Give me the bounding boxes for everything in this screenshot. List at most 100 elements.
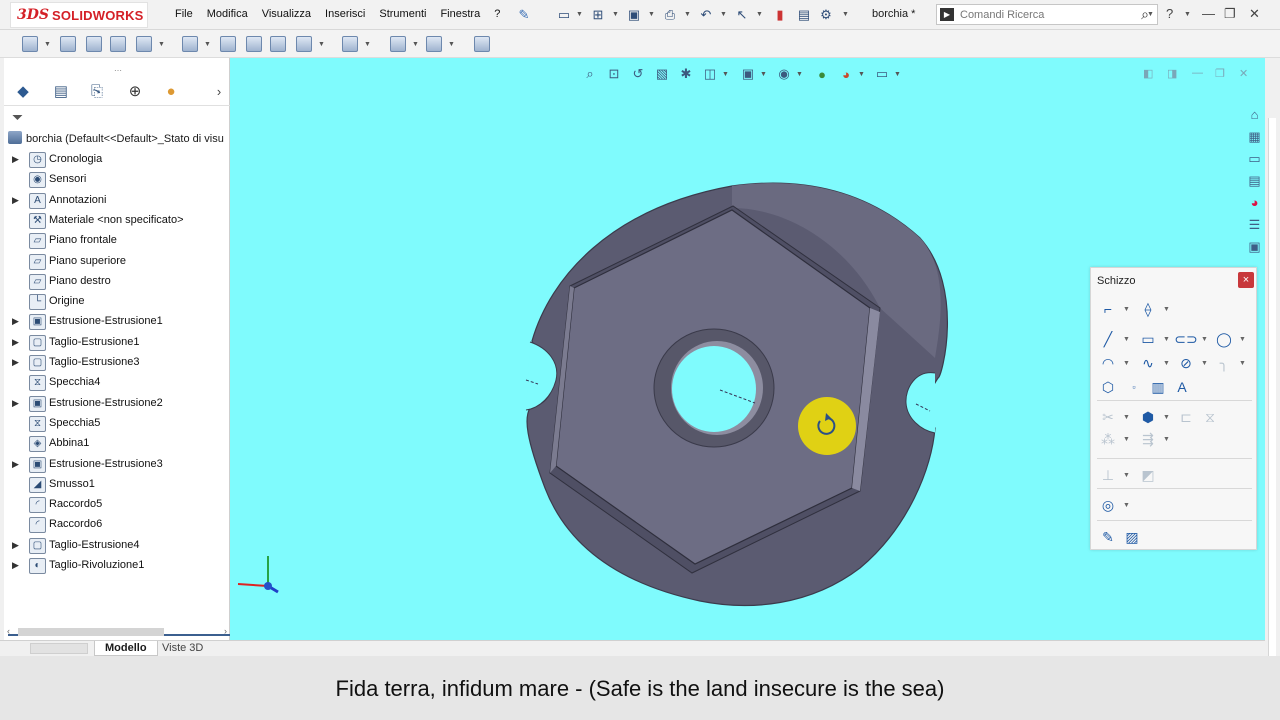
chevron-down-icon[interactable]: ▼ bbox=[318, 41, 325, 48]
display-style-icon[interactable]: ▣ bbox=[740, 66, 756, 82]
tree-item[interactable]: ▶ ◷ Cronologia bbox=[4, 150, 230, 170]
rebuild-icon[interactable]: ▮ bbox=[772, 7, 788, 23]
fillet-sketch-icon[interactable]: ╮ bbox=[1215, 354, 1233, 372]
shell-icon[interactable] bbox=[270, 36, 286, 52]
viewport-minimize-icon[interactable]: — bbox=[1192, 67, 1203, 79]
hide-show-items-icon[interactable]: ◉ bbox=[776, 66, 792, 82]
file-explorer-icon[interactable]: ▭ bbox=[1246, 150, 1263, 167]
chevron-down-icon[interactable]: ▼ bbox=[1163, 414, 1170, 421]
zoom-to-area-icon[interactable]: ⊡ bbox=[606, 66, 622, 82]
design-library-icon[interactable]: ▦ bbox=[1246, 128, 1263, 145]
forum-icon[interactable]: ▣ bbox=[1246, 238, 1263, 255]
linear-pattern-icon[interactable] bbox=[342, 36, 358, 52]
sweep-icon[interactable] bbox=[110, 36, 126, 52]
circle-icon[interactable]: ◯ bbox=[1215, 330, 1233, 348]
arc-icon[interactable]: ◠ bbox=[1099, 354, 1117, 372]
curves-icon[interactable] bbox=[426, 36, 442, 52]
chevron-down-icon[interactable]: ▼ bbox=[1184, 11, 1191, 18]
tree-item[interactable]: ▱ Piano frontale bbox=[4, 231, 230, 251]
chevron-down-icon[interactable]: ▼ bbox=[364, 41, 371, 48]
menu-file[interactable]: File bbox=[168, 8, 200, 20]
tree-item[interactable]: ▶ ▣ Estrusione-Estrusione1 bbox=[4, 312, 230, 332]
tree-item[interactable]: ▶ ◐ Taglio-Rivoluzione1 bbox=[4, 556, 230, 576]
repair-sketch-icon[interactable]: ◩ bbox=[1139, 466, 1157, 484]
chevron-right-icon[interactable]: › bbox=[208, 81, 230, 101]
view-orientation-icon[interactable]: ◫ bbox=[702, 66, 718, 82]
trim-entities-icon[interactable]: ✂ bbox=[1099, 408, 1117, 426]
menu-finestra[interactable]: Finestra bbox=[433, 8, 487, 20]
chevron-down-icon[interactable]: ▼ bbox=[448, 41, 455, 48]
chevron-down-icon[interactable]: ▼ bbox=[858, 71, 865, 78]
close-icon[interactable]: × bbox=[1238, 272, 1254, 288]
command-search[interactable]: ▶ Comandi Ricerca ⌕ bbox=[936, 4, 1158, 25]
rib-icon[interactable] bbox=[296, 36, 312, 52]
dynamic-annotation-icon[interactable]: ✱ bbox=[678, 66, 694, 82]
reference-geometry-icon[interactable] bbox=[390, 36, 406, 52]
chevron-down-icon[interactable]: ▼ bbox=[576, 11, 583, 18]
menu-help[interactable]: ? bbox=[487, 8, 507, 20]
tree-item[interactable]: ▶ ▢ Taglio-Estrusione1 bbox=[4, 333, 230, 353]
chevron-down-icon[interactable]: ▼ bbox=[1123, 414, 1130, 421]
scroll-left-icon[interactable]: ‹ bbox=[7, 626, 10, 636]
scrollbar-thumb[interactable] bbox=[18, 628, 164, 636]
previous-view-icon[interactable]: ↺ bbox=[630, 66, 646, 82]
tree-item[interactable]: ▶ ▢ Taglio-Estrusione4 bbox=[4, 536, 230, 556]
chevron-down-icon[interactable]: ▼ bbox=[1163, 360, 1170, 367]
ellipse-icon[interactable]: ⊘ bbox=[1177, 354, 1195, 372]
tree-item[interactable]: ▶ ▢ Taglio-Estrusione3 bbox=[4, 353, 230, 373]
line-icon[interactable]: ╱ bbox=[1099, 330, 1117, 348]
cut-extrude-icon[interactable] bbox=[182, 36, 198, 52]
chevron-down-icon[interactable]: ▼ bbox=[612, 11, 619, 18]
viewport-restore-icon[interactable]: ❐ bbox=[1215, 67, 1225, 80]
instant3d-icon[interactable] bbox=[474, 36, 490, 52]
expand-arrow-icon[interactable]: ▶ bbox=[12, 398, 19, 409]
menu-modifica[interactable]: Modifica bbox=[200, 8, 255, 20]
rapid-sketch-icon[interactable]: ✎ bbox=[1099, 528, 1117, 546]
chevron-down-icon[interactable]: ▼ bbox=[204, 41, 211, 48]
options-gear-icon[interactable]: ⚙ bbox=[818, 7, 834, 23]
viewport-close-icon[interactable]: ✕ bbox=[1239, 67, 1248, 80]
text-icon[interactable]: A bbox=[1173, 378, 1191, 396]
vertical-scrollbar[interactable] bbox=[1265, 58, 1280, 658]
configuration-manager-tab-icon[interactable]: ⎘ bbox=[86, 81, 108, 101]
zoom-to-fit-icon[interactable]: ⌕ bbox=[582, 66, 598, 82]
tree-item[interactable]: ▶ ▣ Estrusione-Estrusione3 bbox=[4, 455, 230, 475]
section-view-icon[interactable]: ▧ bbox=[654, 66, 670, 82]
exit-sketch-icon[interactable]: ⌐ bbox=[1099, 300, 1117, 318]
fillet-icon[interactable] bbox=[220, 36, 236, 52]
tree-item[interactable]: ◈ Abbina1 bbox=[4, 434, 230, 454]
tree-item[interactable]: ⧖ Specchia5 bbox=[4, 414, 230, 434]
select-pointer-icon[interactable]: ↖ bbox=[734, 7, 750, 23]
chevron-down-icon[interactable]: ▼ bbox=[412, 41, 419, 48]
search-input[interactable]: Comandi Ricerca bbox=[960, 9, 1044, 21]
tree-item[interactable]: ▶ A Annotazioni bbox=[4, 191, 230, 211]
chevron-down-icon[interactable]: ▼ bbox=[1123, 306, 1130, 313]
scrollbar-thumb[interactable] bbox=[1268, 118, 1276, 658]
relations-icon[interactable]: ⊥ bbox=[1099, 466, 1117, 484]
chevron-down-icon[interactable]: ▼ bbox=[1123, 436, 1130, 443]
expand-arrow-icon[interactable]: ▶ bbox=[12, 459, 19, 470]
chevron-down-icon[interactable]: ▼ bbox=[1163, 436, 1170, 443]
chevron-down-icon[interactable]: ▼ bbox=[684, 11, 691, 18]
help-icon[interactable]: ? bbox=[1166, 6, 1173, 21]
chevron-down-icon[interactable]: ▼ bbox=[1239, 336, 1246, 343]
chevron-down-icon[interactable]: ▼ bbox=[1163, 336, 1170, 343]
tab-model[interactable]: Modello bbox=[94, 641, 158, 656]
expand-arrow-icon[interactable]: ▶ bbox=[12, 357, 19, 368]
expand-arrow-icon[interactable]: ▶ bbox=[12, 560, 19, 571]
offset-entities-icon[interactable]: ⊏ bbox=[1177, 408, 1195, 426]
mirror-entities-icon[interactable]: ⧖ bbox=[1201, 408, 1219, 426]
chevron-down-icon[interactable]: ▼ bbox=[44, 41, 51, 48]
tree-item[interactable]: ◜ Raccordo5 bbox=[4, 495, 230, 515]
tree-item[interactable]: └ Origine bbox=[4, 292, 230, 312]
tree-item[interactable]: ▶ ▣ Estrusione-Estrusione2 bbox=[4, 394, 230, 414]
plane-icon[interactable]: ▥ bbox=[1149, 378, 1167, 396]
chevron-down-icon[interactable]: ▼ bbox=[1201, 336, 1208, 343]
feature-manager-tab-icon[interactable]: ◆ bbox=[12, 81, 34, 101]
tree-item[interactable]: ⧖ Specchia4 bbox=[4, 373, 230, 393]
chevron-down-icon[interactable]: ▼ bbox=[1123, 502, 1130, 509]
display-manager-tab-icon[interactable]: ● bbox=[160, 81, 182, 101]
edit-appearance-icon[interactable]: ● bbox=[814, 66, 830, 82]
instant2d-icon[interactable]: ▨ bbox=[1123, 528, 1141, 546]
extrude-boss-icon[interactable] bbox=[60, 36, 76, 52]
